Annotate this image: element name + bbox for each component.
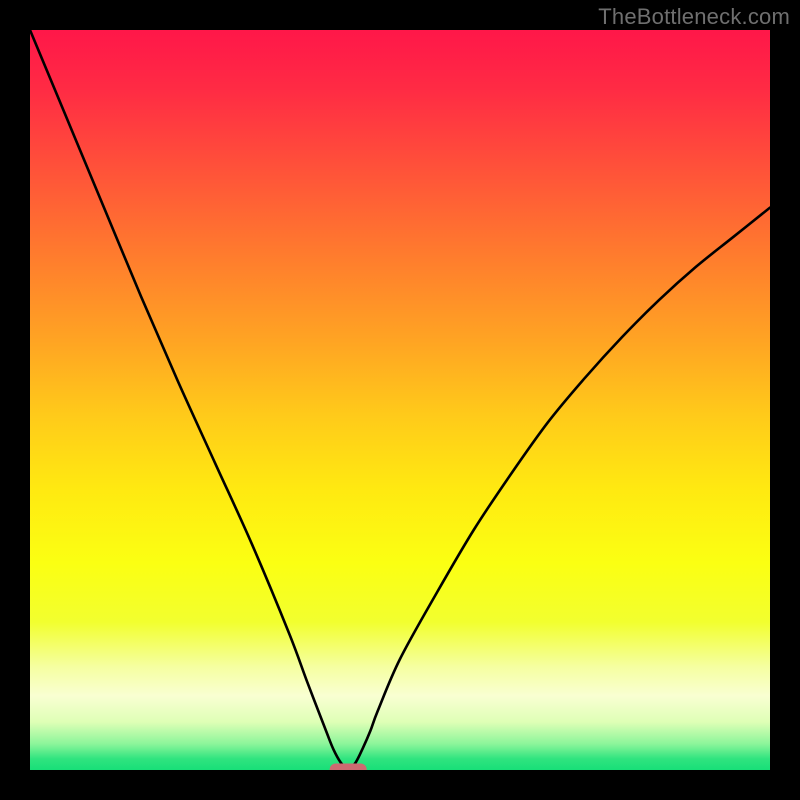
plot-area [30, 30, 770, 770]
watermark-text: TheBottleneck.com [598, 4, 790, 30]
plot-svg [30, 30, 770, 770]
chart-frame: TheBottleneck.com [0, 0, 800, 800]
vertex-marker [330, 764, 367, 771]
